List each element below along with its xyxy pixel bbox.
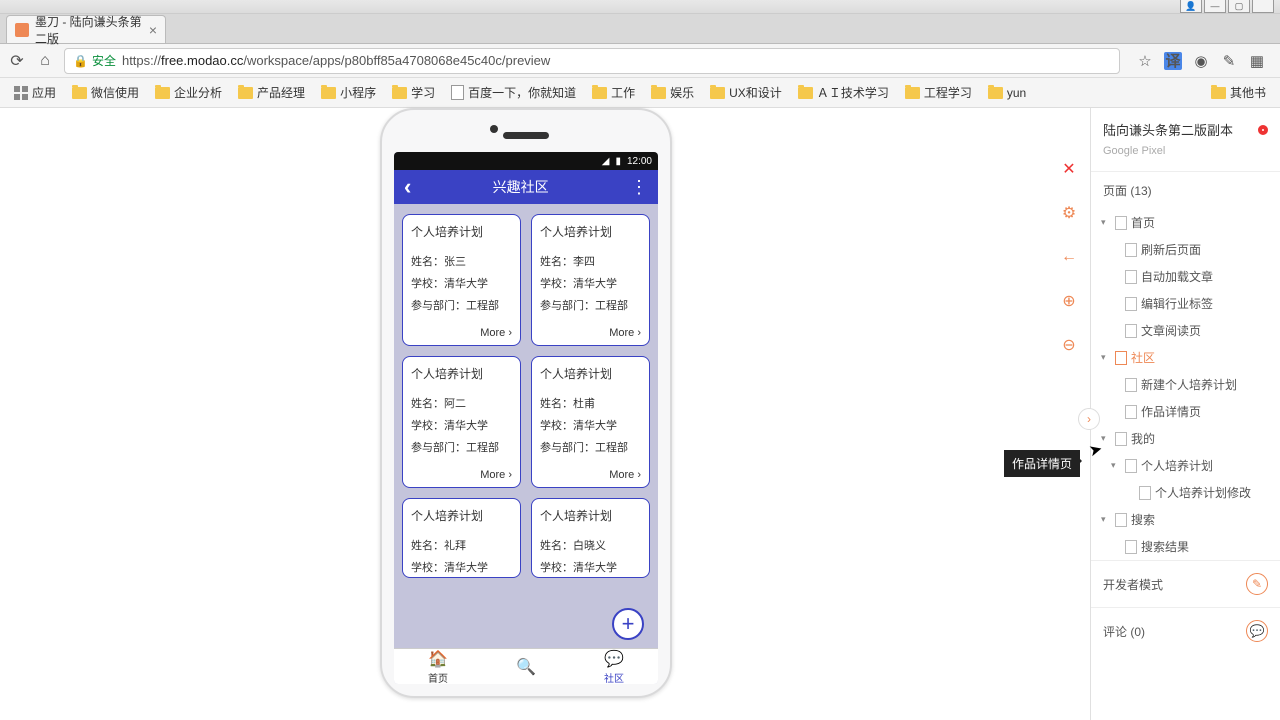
bookmark-folder[interactable]: 娱乐 [645,81,700,104]
gear-icon[interactable]: ⚙ [1058,202,1080,224]
browser-tab-bar: 墨刀 - 陆向谦头条第二版 × [0,14,1280,44]
page-tree-item[interactable]: ▾搜索 [1097,506,1274,533]
app-body: 个人培养计划姓名：张三学校：清华大学参与部门：工程部More ›个人培养计划姓名… [394,204,658,648]
page-tree-item[interactable]: 编辑行业标签 [1097,290,1274,317]
plan-card[interactable]: 个人培养计划姓名：白晓义学校：清华大学参与部门：工程部 [531,498,650,578]
url-text: https://free.modao.cc/workspace/apps/p80… [122,53,550,68]
bookmark-folder[interactable]: UX和设计 [704,81,788,104]
page-tree-item[interactable]: ▾首页 [1097,209,1274,236]
translate-icon[interactable]: 译 [1164,52,1182,70]
more-link[interactable]: More › [411,469,512,481]
bookmark-page[interactable]: 百度一下，你就知道 [445,81,582,104]
tooltip: 作品详情页 [1004,450,1080,477]
status-time: 12:00 [627,156,652,167]
page-tree-item[interactable]: 作品详情页 [1097,398,1274,425]
bookmark-folder[interactable]: 工程学习 [899,81,978,104]
tab-favicon [15,23,29,37]
tab-home[interactable]: 🏠首页 [394,649,482,684]
window-maximize[interactable]: ▢ [1228,0,1250,13]
plan-card[interactable]: 个人培养计划姓名：阿二学校：清华大学参与部门：工程部More › [402,356,521,488]
status-bar: 12:00 [394,152,658,170]
battery-icon [615,156,621,167]
menu-icon[interactable] [630,177,648,198]
community-tab-icon: 💬 [604,649,624,669]
page-tree-item[interactable]: 刷新后页面 [1097,236,1274,263]
plan-card[interactable]: 个人培养计划姓名：礼拜学校：清华大学参与部门：工程部 [402,498,521,578]
lock-icon: 🔒 [73,54,88,68]
device-label: Google Pixel [1103,145,1268,157]
home-tab-icon: 🏠 [428,649,448,669]
close-icon[interactable]: ✕ [1058,158,1080,180]
fab-add-button[interactable]: + [612,608,644,640]
preview-toolbar: ✕ ⚙ ← ⊕ ⊖ [1048,148,1090,366]
extension-icon[interactable]: ◉ [1192,52,1210,70]
page-tree: ▾首页刷新后页面自动加载文章编辑行业标签文章阅读页▾社区新建个人培养计划作品详情… [1091,209,1280,560]
bookmark-folder[interactable]: 小程序 [315,81,382,104]
bookmark-folder[interactable]: 工作 [586,81,641,104]
device-frame: 12:00 兴趣社区 个人培养计划姓名：张三学校：清华大学参与部门：工程部Mor… [380,108,672,698]
page-tree-item[interactable]: ▾个人培养计划 [1097,452,1274,479]
app-header: 兴趣社区 [394,170,658,204]
tab-search[interactable]: 🔍 [482,649,570,684]
tab-close-icon[interactable]: × [149,22,157,38]
bookmark-bar: 应用 微信使用 企业分析 产品经理 小程序 学习 百度一下，你就知道 工作 娱乐… [0,78,1280,108]
device-speaker [503,132,549,139]
tab-community[interactable]: 💬社区 [570,649,658,684]
bookmark-folder[interactable]: 企业分析 [149,81,228,104]
app-tabbar: 🏠首页 🔍 💬社区 [394,648,658,684]
page-tree-item[interactable]: 自动加载文章 [1097,263,1274,290]
window-minimize[interactable]: — [1204,0,1226,13]
reload-icon[interactable]: ⟳ [8,51,26,71]
app-title: 兴趣社区 [493,177,549,197]
project-name: 陆向谦头条第二版副本 [1103,120,1233,139]
device-screen: 12:00 兴趣社区 个人培养计划姓名：张三学校：清华大学参与部门：工程部Mor… [394,152,658,684]
back-arrow-icon[interactable]: ← [1058,246,1080,268]
plan-card[interactable]: 个人培养计划姓名：杜甫学校：清华大学参与部门：工程部More › [531,356,650,488]
back-icon[interactable] [404,174,411,200]
page-tree-item[interactable]: 文章阅读页 [1097,317,1274,344]
user-icon[interactable]: 👤 [1180,0,1202,13]
address-bar: ⟳ ⌂ 🔒 安全 https://free.modao.cc/workspace… [0,44,1280,78]
bookmark-overflow[interactable]: 其他书 [1205,81,1272,104]
browser-tab[interactable]: 墨刀 - 陆向谦头条第二版 × [6,15,166,43]
bookmark-folder[interactable]: 微信使用 [66,81,145,104]
record-icon[interactable] [1258,125,1268,135]
window-close[interactable] [1252,0,1274,13]
plan-card[interactable]: 个人培养计划姓名：张三学校：清华大学参与部门：工程部More › [402,214,521,346]
more-link[interactable]: More › [540,469,641,481]
plan-card[interactable]: 个人培养计划姓名：李四学校：清华大学参与部门：工程部More › [531,214,650,346]
zoom-in-icon[interactable]: ⊕ [1058,290,1080,312]
page-tree-item[interactable]: ▾社区 [1097,344,1274,371]
page-tree-item[interactable]: 个人培养计划修改 [1097,479,1274,506]
grid-icon[interactable]: ▦ [1248,52,1266,70]
bookmark-folder[interactable]: ＡＩ技术学习 [792,81,895,104]
project-panel: 陆向谦头条第二版副本 Google Pixel 页面 (13) ▾首页刷新后页面… [1090,108,1280,720]
page-tree-item[interactable]: 新建个人培养计划 [1097,371,1274,398]
device-camera [490,125,498,133]
window-titlebar: 👤 — ▢ [0,0,1280,14]
bookmark-folder[interactable]: 学习 [386,81,441,104]
apps-button[interactable]: 应用 [8,81,62,104]
dev-mode-label[interactable]: 开发者模式 [1103,576,1163,593]
dev-mode-icon[interactable]: ✎ [1246,573,1268,595]
bookmark-folder[interactable]: yun [982,83,1032,103]
pages-header: 页面 (13) [1091,172,1280,209]
tab-title: 墨刀 - 陆向谦头条第二版 [35,13,143,47]
page-tree-item[interactable]: 搜索结果 [1097,533,1274,560]
more-link[interactable]: More › [540,327,641,339]
comments-label[interactable]: 评论 (0) [1103,623,1145,640]
page-tree-item[interactable]: ▾我的 [1097,425,1274,452]
star-icon[interactable]: ☆ [1136,52,1154,70]
bookmark-folder[interactable]: 产品经理 [232,81,311,104]
eyedropper-icon[interactable]: ✎ [1220,52,1238,70]
url-field[interactable]: 🔒 安全 https://free.modao.cc/workspace/app… [64,48,1120,74]
more-link[interactable]: More › [411,327,512,339]
signal-icon [602,156,610,167]
search-icon: 🔍 [516,657,536,677]
comments-icon[interactable]: 💬 [1246,620,1268,642]
secure-badge: 🔒 安全 [73,52,116,69]
zoom-out-icon[interactable]: ⊖ [1058,334,1080,356]
collapse-panel-icon[interactable]: › [1078,408,1100,430]
home-icon[interactable]: ⌂ [36,52,54,70]
